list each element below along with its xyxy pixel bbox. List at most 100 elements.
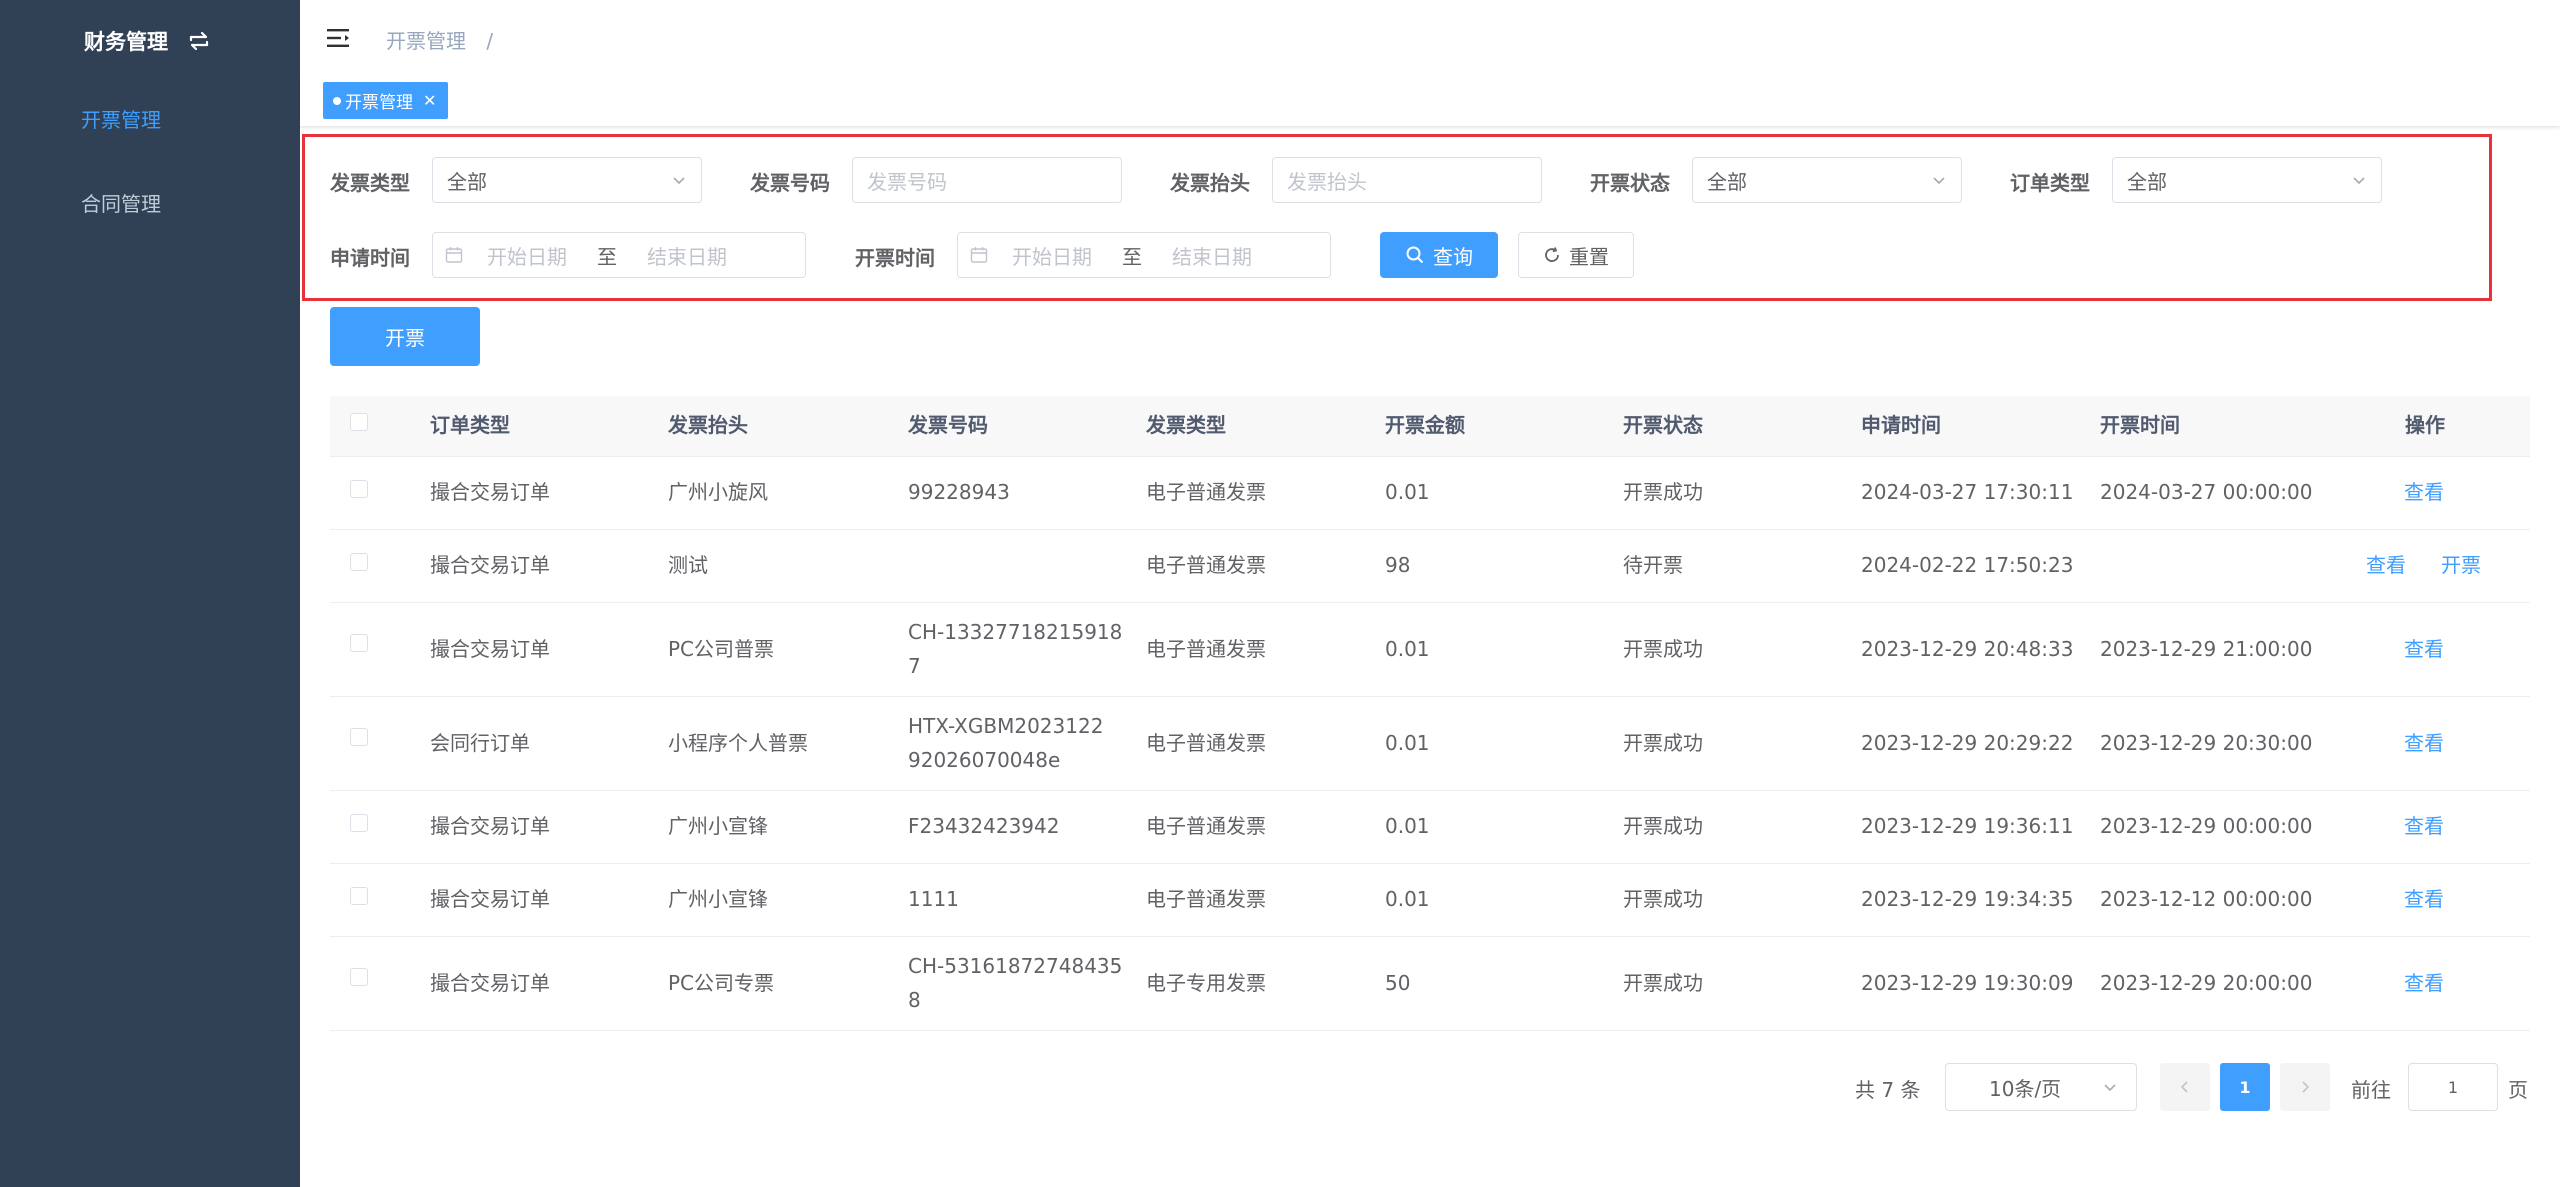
invoice-no-label: 发票号码 [750, 171, 830, 195]
apply-time-label: 申请时间 [330, 246, 410, 270]
range-separator: 至 [1122, 244, 1142, 269]
invoice-type-cell: 电子专用发票 [1146, 971, 1266, 995]
row-checkbox[interactable] [350, 968, 368, 986]
view-link[interactable]: 查看 [2404, 726, 2444, 760]
tag-dot [333, 96, 341, 105]
invoice-type-select[interactable]: 全部 [432, 157, 702, 203]
select-all-checkbox[interactable] [350, 413, 368, 431]
calendar-icon [970, 247, 988, 263]
chevron-left-icon [2180, 1081, 2188, 1093]
next-page-button[interactable] [2280, 1063, 2330, 1111]
col-invoice-no: 发票号码 [908, 413, 988, 437]
tags-view: 开票管理 ✕ [300, 76, 2560, 126]
order-type-cell: 会同行订单 [430, 731, 530, 755]
apply-time-cell: 2024-02-22 17:50:23 [1861, 553, 2074, 577]
invoice-no-cell-cont: 8 [908, 988, 921, 1012]
row-checkbox[interactable] [350, 728, 368, 746]
reset-button[interactable]: 重置 [1518, 232, 1634, 278]
issue-time-range[interactable]: 开始日期 至 结束日期 [957, 232, 1331, 278]
col-order-type: 订单类型 [430, 413, 510, 437]
apply-start-date[interactable]: 开始日期 [487, 241, 567, 270]
tag-invoice[interactable]: 开票管理 ✕ [323, 82, 449, 119]
amount-cell: 0.01 [1385, 731, 1430, 755]
issue-time-cell: 2023-12-29 00:00:00 [2100, 814, 2313, 838]
invoice-title-cell: PC公司专票 [668, 971, 775, 995]
view-link[interactable]: 查看 [2366, 548, 2406, 582]
view-link[interactable]: 查看 [2404, 882, 2444, 916]
view-link[interactable]: 查看 [2404, 632, 2444, 666]
row-checkbox[interactable] [350, 553, 368, 571]
issue-time-label: 开票时间 [855, 246, 935, 270]
invoice-no-input[interactable]: 发票号码 [852, 157, 1122, 203]
breadcrumb-separator: / [486, 29, 494, 53]
order-type-select[interactable]: 全部 [2112, 157, 2382, 203]
switch-icon[interactable] [186, 28, 212, 54]
issue-time-cell: 2023-12-29 21:00:00 [2100, 637, 2313, 661]
apply-time-cell: 2023-12-29 19:30:09 [1861, 971, 2074, 995]
col-invoice-title: 发票抬头 [668, 413, 748, 437]
top-navbar: 开票管理 / [300, 0, 2560, 77]
apply-time-cell: 2023-12-29 19:34:35 [1861, 887, 2074, 911]
search-icon [1406, 246, 1424, 264]
view-link[interactable]: 查看 [2404, 966, 2444, 1000]
status-label: 开票状态 [1590, 171, 1670, 195]
apply-end-date[interactable]: 结束日期 [647, 241, 727, 270]
apply-time-range[interactable]: 开始日期 至 结束日期 [432, 232, 806, 278]
row-checkbox[interactable] [350, 887, 368, 905]
goto-page-input[interactable]: 1 [2408, 1063, 2498, 1111]
issue-time-cell: 2023-12-29 20:00:00 [2100, 971, 2313, 995]
apply-time-cell: 2024-03-27 17:30:11 [1861, 480, 2074, 504]
calendar-icon [445, 247, 463, 263]
invoice-no-cell: CH-53161872748435 [908, 954, 1123, 978]
order-type-cell: 撮合交易订单 [430, 637, 550, 661]
status-cell: 开票成功 [1623, 731, 1703, 755]
invoice-type-cell: 电子普通发票 [1146, 480, 1266, 504]
sidebar-title: 财务管理 [84, 30, 168, 54]
row-checkbox[interactable] [350, 480, 368, 498]
hamburger-icon[interactable] [326, 25, 352, 51]
reset-button-label: 重置 [1569, 244, 1609, 269]
table-row: 会同行订单 小程序个人普票 HTX-XGBM2023122 9202607004… [330, 696, 2530, 791]
close-icon[interactable]: ✕ [423, 91, 436, 110]
tag-label: 开票管理 [345, 93, 413, 113]
row-checkbox[interactable] [350, 814, 368, 832]
col-apply-time: 申请时间 [1861, 413, 1941, 437]
search-button[interactable]: 查询 [1380, 232, 1498, 278]
issue-end-date[interactable]: 结束日期 [1172, 241, 1252, 270]
invoice-title-cell: PC公司普票 [668, 637, 775, 661]
issue-time-cell: 2023-12-12 00:00:00 [2100, 887, 2313, 911]
page-size-select[interactable]: 10条/页 [1945, 1063, 2137, 1111]
invoice-title-cell: 广州小旋风 [668, 480, 768, 504]
view-link[interactable]: 查看 [2404, 809, 2444, 843]
status-value: 全部 [1707, 169, 1747, 194]
issue-time-cell: 2024-03-27 00:00:00 [2100, 480, 2313, 504]
status-cell: 待开票 [1623, 553, 1683, 577]
sidebar-item-contract[interactable]: 合同管理 [81, 188, 161, 217]
invoice-title-input[interactable]: 发票抬头 [1272, 157, 1542, 203]
invoice-no-cell: 1111 [908, 887, 959, 911]
status-cell: 开票成功 [1623, 814, 1703, 838]
row-checkbox[interactable] [350, 634, 368, 652]
invoice-type-cell: 电子普通发票 [1146, 887, 1266, 911]
breadcrumb-item[interactable]: 开票管理 [386, 29, 466, 53]
status-cell: 开票成功 [1623, 637, 1703, 661]
col-status: 开票状态 [1623, 413, 1703, 437]
table-row: 撮合交易订单 测试 电子普通发票 98 待开票 2024-02-22 17:50… [330, 529, 2530, 603]
order-type-cell: 撮合交易订单 [430, 814, 550, 838]
page-size-value: 10条/页 [1989, 1076, 2062, 1101]
table-row: 撮合交易订单 广州小旋风 99228943 电子普通发票 0.01 开票成功 2… [330, 456, 2530, 530]
amount-cell: 50 [1385, 971, 1411, 995]
invoice-no-cell: CH-13327718215918 [908, 620, 1123, 644]
amount-cell: 0.01 [1385, 637, 1430, 661]
view-link[interactable]: 查看 [2404, 475, 2444, 509]
status-select[interactable]: 全部 [1692, 157, 1962, 203]
issue-start-date[interactable]: 开始日期 [1012, 241, 1092, 270]
issue-link[interactable]: 开票 [2441, 548, 2481, 582]
sidebar: 财务管理 开票管理 合同管理 [0, 0, 300, 1187]
col-amount: 开票金额 [1385, 413, 1465, 437]
sidebar-item-invoice[interactable]: 开票管理 [81, 104, 161, 133]
apply-time-cell: 2023-12-29 20:48:33 [1861, 637, 2074, 661]
prev-page-button[interactable] [2160, 1063, 2210, 1111]
page-button-current[interactable]: 1 [2220, 1063, 2270, 1111]
issue-invoice-button[interactable]: 开票 [330, 307, 480, 366]
